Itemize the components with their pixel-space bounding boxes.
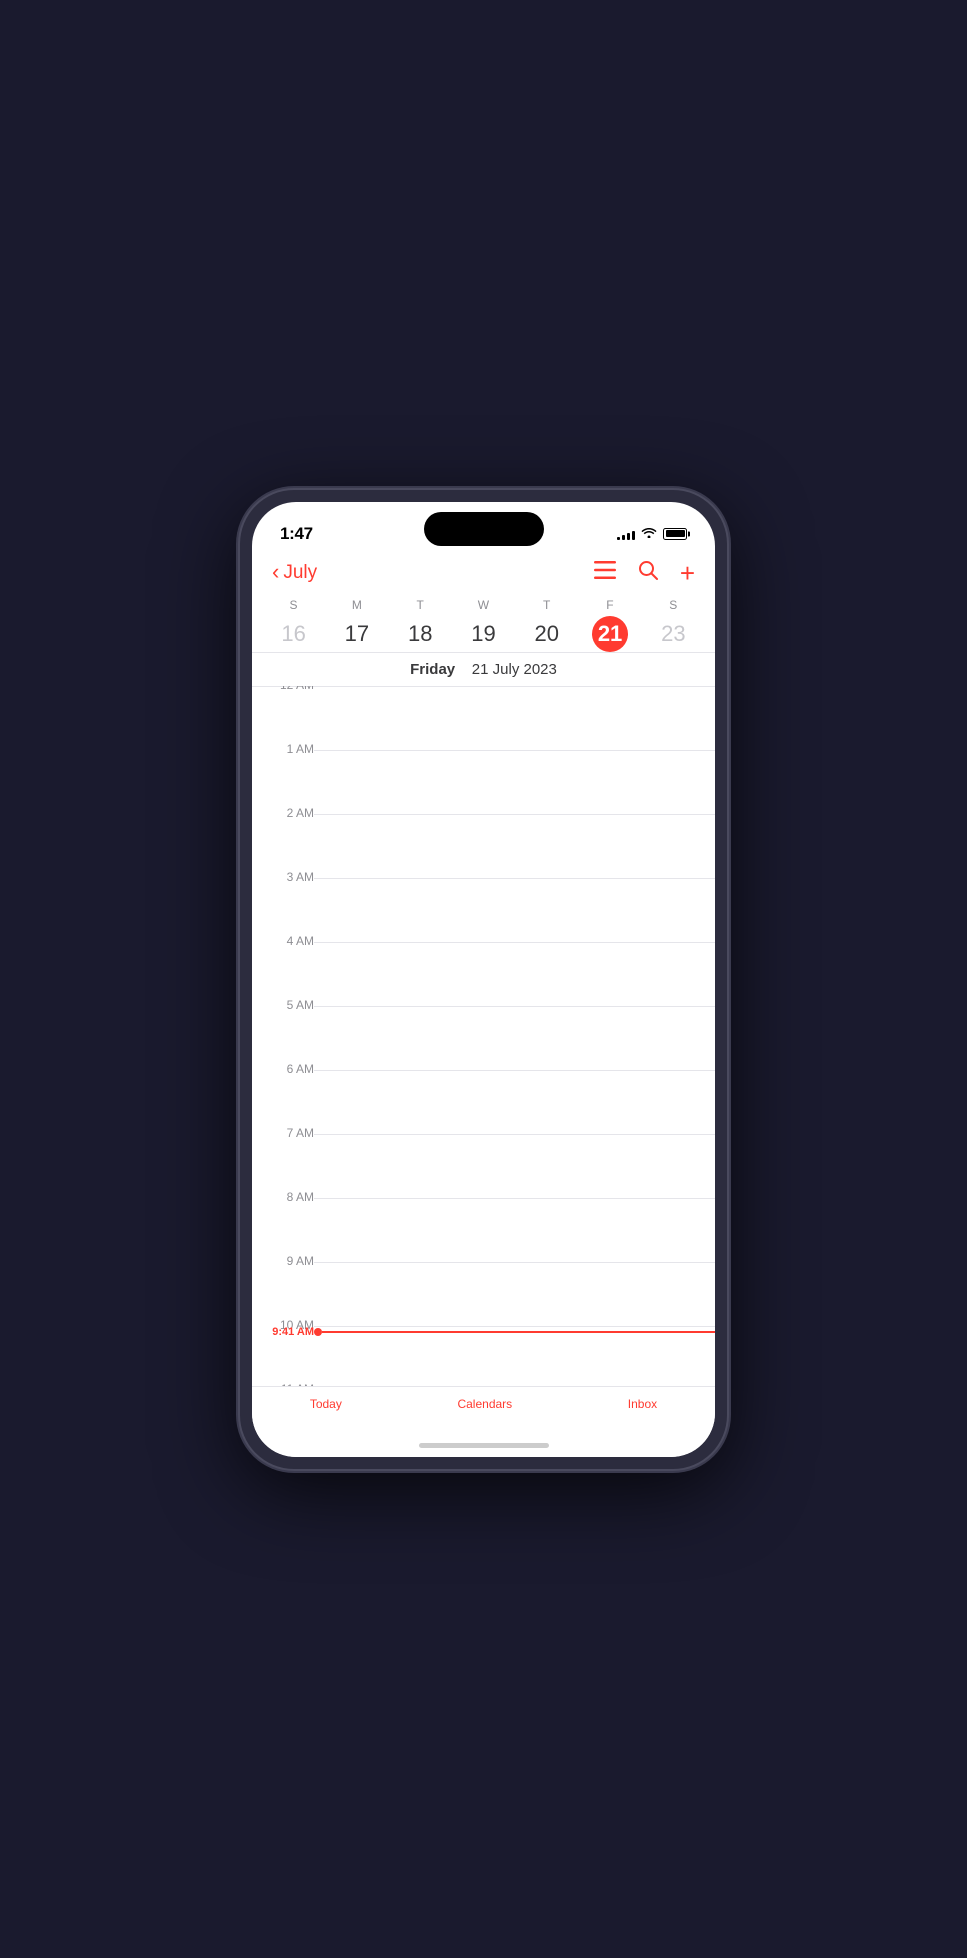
time-line-2am [314,814,715,815]
time-slot-3am: 3 AM [252,878,715,942]
time-slot-8am: 8 AM [252,1198,715,1262]
day-number-17: 17 [339,616,375,652]
chevron-left-icon: ‹ [272,561,279,583]
time-slot-4am: 4 AM [252,942,715,1006]
signal-bar-4 [632,531,635,540]
day-number-21: 21 [592,616,628,652]
day-col-fri[interactable]: F 21 [578,598,641,652]
time-label-4am: 4 AM [252,934,314,948]
day-col-thu[interactable]: T 20 [515,598,578,652]
status-icons [617,526,687,541]
time-slot-9am: 9 AM [252,1262,715,1326]
time-line-1am [314,750,715,751]
status-bar: 1:47 [252,502,715,552]
time-label-1am: 1 AM [252,742,314,756]
time-label-9am: 9 AM [252,1254,314,1268]
nav-header: ‹ July + [252,552,715,598]
date-label: Friday 21 July 2023 [252,652,715,678]
time-slot-1am: 1 AM [252,750,715,814]
time-label-2am: 2 AM [252,806,314,820]
week-header: S 16 M 17 T 18 W 19 T 20 F 21 [252,598,715,652]
time-slot-7am: 7 AM [252,1134,715,1198]
time-label-5am: 5 AM [252,998,314,1012]
search-icon[interactable] [638,560,658,586]
current-time-dot [314,1328,322,1336]
day-col-tue[interactable]: T 18 [389,598,452,652]
time-line-8am [314,1198,715,1199]
phone-shell: 1:47 [240,490,727,1469]
tab-calendars[interactable]: Calendars [457,1397,512,1411]
current-time-label: 9:41 AM [252,1326,314,1338]
phone-screen: 1:47 [252,502,715,1457]
day-letter-mon: M [352,598,362,612]
day-col-sat[interactable]: S 23 [642,598,705,652]
time-label-11am: 11 AM [252,1382,314,1386]
list-icon[interactable] [594,561,616,585]
day-number-23: 23 [655,616,691,652]
time-slot-12am: 12 AM [252,686,715,750]
time-slot-2am: 2 AM [252,814,715,878]
time-label-3am: 3 AM [252,870,314,884]
back-label: July [283,562,317,584]
time-line-7am [314,1134,715,1135]
day-letter-sat: S [669,598,677,612]
signal-bars-icon [617,528,635,540]
day-number-16: 16 [276,616,312,652]
time-slot-6am: 6 AM [252,1070,715,1134]
time-line-9am [314,1262,715,1263]
dynamic-island [424,512,544,546]
status-time: 1:47 [280,524,313,544]
day-letter-tue: T [416,598,424,612]
battery-icon [663,528,687,540]
tab-bar: Today Calendars Inbox [252,1386,715,1435]
day-number-19: 19 [465,616,501,652]
day-letter-sun: S [290,598,298,612]
signal-bar-2 [622,535,625,540]
full-date: 21 July 2023 [472,661,557,678]
day-letter-thu: T [543,598,551,612]
time-label-8am: 8 AM [252,1190,314,1204]
time-label-7am: 7 AM [252,1126,314,1140]
timeline[interactable]: 12 AM 1 AM 2 AM 3 AM 4 AM 5 AM [252,686,715,1386]
back-button[interactable]: ‹ July [272,562,317,584]
day-number-18: 18 [402,616,438,652]
day-number-20: 20 [529,616,565,652]
current-time-line [322,1331,715,1333]
day-col-mon[interactable]: M 17 [325,598,388,652]
add-icon[interactable]: + [680,560,695,586]
day-letter-fri: F [606,598,614,612]
time-line-6am [314,1070,715,1071]
home-bar [419,1443,549,1448]
time-label-12am: 12 AM [252,686,314,692]
signal-bar-3 [627,533,630,540]
day-col-wed[interactable]: W 19 [452,598,515,652]
time-line-12am [314,686,715,687]
nav-actions: + [594,560,695,586]
day-name: Friday [410,661,455,678]
time-slot-5am: 5 AM [252,1006,715,1070]
time-label-6am: 6 AM [252,1062,314,1076]
time-line-3am [314,878,715,879]
current-time-row: 9:41 AM [252,1326,715,1338]
home-indicator [252,1435,715,1457]
tab-today[interactable]: Today [310,1397,342,1411]
tab-inbox[interactable]: Inbox [628,1397,657,1411]
time-line-4am [314,942,715,943]
day-letter-wed: W [478,598,490,612]
time-line-5am [314,1006,715,1007]
day-col-sun[interactable]: S 16 [262,598,325,652]
signal-bar-1 [617,537,620,540]
wifi-icon [641,526,657,541]
